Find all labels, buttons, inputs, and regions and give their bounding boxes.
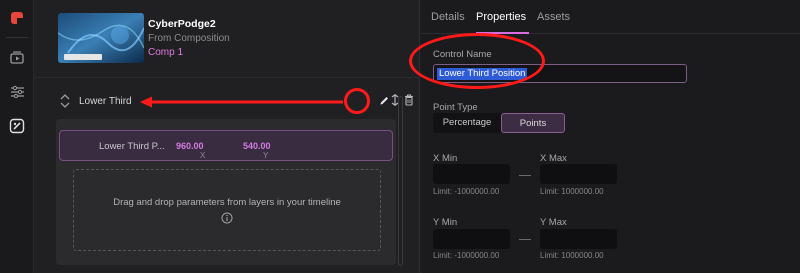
lower-third-preview — [64, 54, 102, 60]
annotation-circle-edit — [344, 88, 370, 114]
sliders-icon[interactable] — [0, 78, 34, 104]
composition-link[interactable]: Comp 1 — [148, 47, 183, 58]
y-min-label: Y Min — [433, 217, 458, 228]
y-max-input[interactable] — [540, 229, 617, 249]
x-max-input[interactable] — [540, 164, 617, 184]
trash-icon[interactable] — [404, 94, 414, 109]
y-min-limit: Limit: -1000000.00 — [433, 251, 500, 260]
x-min-label: X Min — [433, 153, 458, 164]
point-type-percentage[interactable]: Percentage — [433, 113, 501, 133]
dropzone-text: Drag and drop parameters from layers in … — [113, 197, 341, 208]
control-group-body: Lower Third P... 960.00 540.00 X Y Drag … — [56, 119, 396, 265]
parameter-y-value[interactable]: 540.00 — [243, 141, 271, 151]
x-max-label: X Max — [540, 153, 567, 164]
point-type-points[interactable]: Points — [501, 113, 565, 133]
logo-icon[interactable] — [0, 5, 34, 31]
x-max-limit: Limit: 1000000.00 — [540, 187, 604, 196]
annotation-arrow — [140, 96, 343, 108]
tab-details[interactable]: Details — [431, 11, 465, 23]
parameter-y-label: Y — [263, 151, 269, 160]
y-max-label: Y Max — [540, 217, 567, 228]
composition-name: CyberPodge2 — [148, 18, 216, 30]
tab-bar: Details Properties Assets — [421, 0, 800, 34]
parameter-x-value[interactable]: 960.00 — [176, 141, 204, 151]
range-dash — [519, 239, 531, 240]
panel-divider — [34, 77, 420, 78]
tab-properties[interactable]: Properties — [476, 11, 526, 23]
parameter-dropzone[interactable]: Drag and drop parameters from layers in … — [73, 169, 381, 251]
parameter-label: Lower Third P... — [99, 141, 165, 152]
left-rail — [0, 0, 34, 273]
composition-thumbnail[interactable] — [58, 13, 144, 63]
point-type-label: Point Type — [433, 102, 478, 113]
range-dash — [519, 175, 531, 176]
info-icon[interactable] — [221, 212, 233, 227]
rail-divider — [6, 37, 28, 38]
scrollbar[interactable] — [398, 96, 403, 266]
media-play-icon[interactable] — [0, 44, 34, 70]
annotation-circle-control-name — [409, 33, 545, 89]
point-type-toggle: Percentage Points — [433, 113, 565, 133]
controls-panel: CyberPodge2 From Composition Comp 1 Lowe… — [34, 0, 420, 273]
group-label: Lower Third — [79, 96, 132, 107]
y-min-input[interactable] — [433, 229, 510, 249]
x-min-input[interactable] — [433, 164, 510, 184]
x-min-limit: Limit: -1000000.00 — [433, 187, 500, 196]
y-max-limit: Limit: 1000000.00 — [540, 251, 604, 260]
tab-assets[interactable]: Assets — [537, 11, 570, 23]
parameter-x-label: X — [200, 151, 206, 160]
composition-source: From Composition — [148, 33, 230, 44]
sort-arrows-icon[interactable] — [59, 93, 71, 112]
parameter-row[interactable]: Lower Third P... 960.00 540.00 X Y — [59, 130, 393, 161]
controls-icon[interactable] — [0, 113, 34, 139]
